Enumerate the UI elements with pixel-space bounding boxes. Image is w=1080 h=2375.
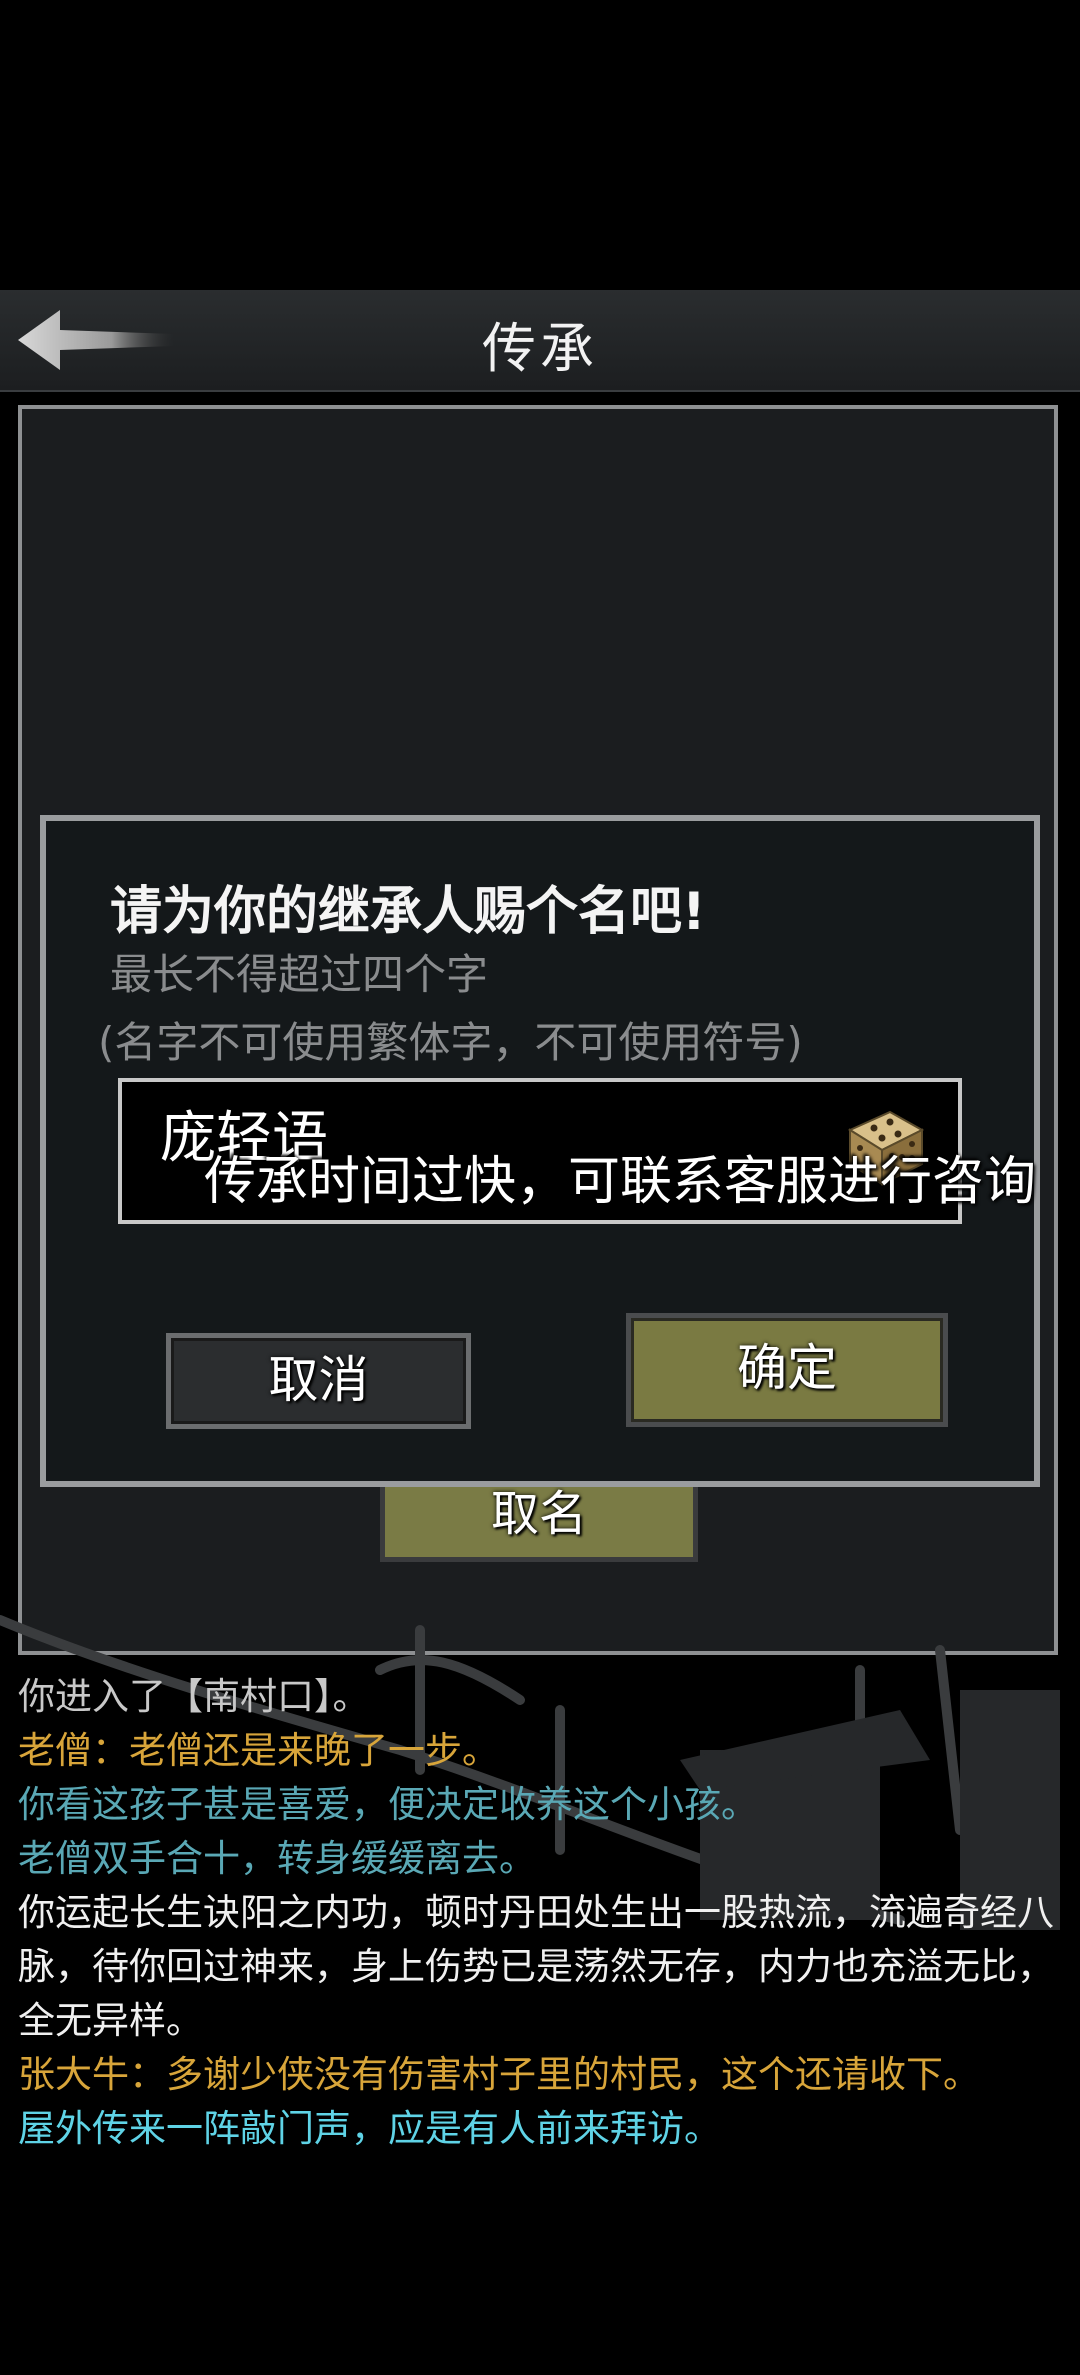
dialog-rule: (名字不可使用繁体字，不可使用符号) (98, 1018, 803, 1067)
log-line: 张大牛：多谢少侠没有伤害村子里的村民，这个还请收下。 (18, 2053, 980, 2096)
toast-message: 传承时间过快，可联系客服进行咨询 (204, 1152, 1037, 1212)
log-line: 老僧：老僧还是来晚了一步。 (18, 1729, 499, 1772)
dialog-subtitle: 最长不得超过四个字 (110, 950, 489, 999)
cancel-button[interactable]: 取消 (166, 1333, 471, 1429)
message-log: 你进入了【南村口】。 老僧：老僧还是来晚了一步。 你看这孩子甚是喜爱，便决定收养… (18, 1670, 1068, 2156)
log-line: 屋外传来一阵敲门声，应是有人前来拜访。 (18, 2107, 721, 2150)
log-line: 你运起长生诀阳之内功，顿时丹田处生出一股热流，流遍奇经八脉，待你回过神来，身上伤… (18, 1891, 1054, 2042)
dialog-title: 请为你的继承人赐个名吧! (110, 882, 706, 942)
log-line: 老僧双手合十，转身缓缓离去。 (18, 1837, 536, 1880)
confirm-button[interactable]: 确定 (626, 1313, 948, 1427)
page-title: 传承 (482, 317, 598, 380)
log-line: 你进入了【南村口】。 (18, 1675, 370, 1718)
top-bar: 传承 (0, 290, 1080, 392)
name-heir-dialog: 请为你的继承人赐个名吧! 最长不得超过四个字 (名字不可使用繁体字，不可使用符号… (40, 815, 1040, 1487)
log-line: 你看这孩子甚是喜爱，便决定收养这个小孩。 (18, 1783, 758, 1826)
